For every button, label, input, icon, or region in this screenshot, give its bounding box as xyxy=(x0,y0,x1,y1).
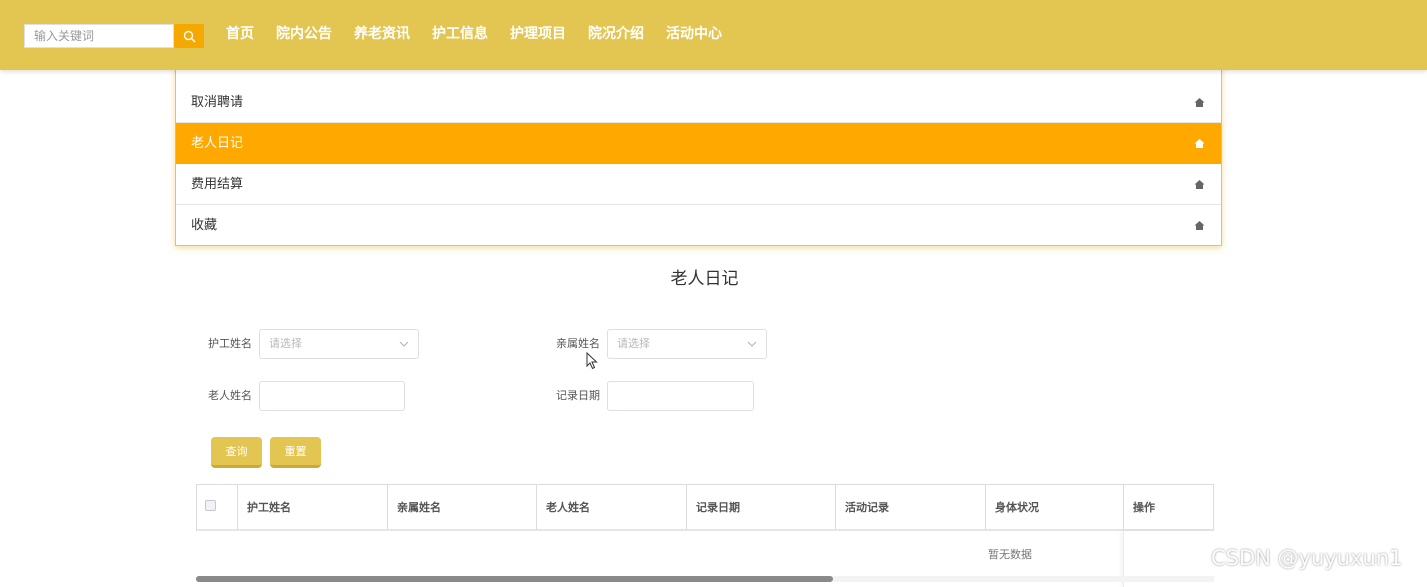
user-center-menu: 取消聘请 老人日记 费用结算 收藏 xyxy=(175,64,1222,246)
relative-name-select[interactable]: 请选择 xyxy=(607,329,767,359)
record-date-input[interactable] xyxy=(607,381,754,411)
home-icon xyxy=(1194,221,1205,230)
column-header: 记录日期 xyxy=(687,485,836,530)
menu-item-label: 取消聘请 xyxy=(191,95,244,110)
column-header: 活动记录 xyxy=(836,485,986,530)
select-all-cell xyxy=(197,485,238,530)
home-icon xyxy=(1194,139,1205,148)
horizontal-scrollbar-thumb[interactable] xyxy=(196,576,833,582)
menu-item-label: 费用结算 xyxy=(191,177,244,192)
menu-item-elder-diary[interactable]: 老人日记 xyxy=(176,123,1221,164)
menu-item-billing[interactable]: 费用结算 xyxy=(176,164,1221,205)
caregiver-name-label: 护工姓名 xyxy=(208,337,252,350)
menu-item-favorites[interactable]: 收藏 xyxy=(176,205,1221,246)
search-input[interactable]: 输入关键词 xyxy=(24,24,174,48)
diary-table: 护工姓名 亲属姓名 老人姓名 记录日期 活动记录 身体状况 操作 xyxy=(196,484,1214,531)
nav-care-projects[interactable]: 护理项目 xyxy=(510,24,566,44)
elder-name-input[interactable] xyxy=(259,381,405,411)
column-header: 护工姓名 xyxy=(238,485,388,530)
nav-home[interactable]: 首页 xyxy=(226,24,254,44)
watermark: CSDN @yuyuxun1 xyxy=(1211,546,1403,570)
menu-item-cancel-hire[interactable]: 取消聘请 xyxy=(176,82,1221,123)
caregiver-name-select[interactable]: 请选择 xyxy=(259,329,419,359)
search-button[interactable]: 查询 xyxy=(211,437,262,468)
reset-button[interactable]: 重置 xyxy=(270,437,321,468)
nav-announcements[interactable]: 院内公告 xyxy=(276,24,332,44)
nav-about[interactable]: 院况介绍 xyxy=(588,24,644,44)
nav-elderly-news[interactable]: 养老资讯 xyxy=(354,24,410,44)
select-placeholder: 请选择 xyxy=(269,337,302,350)
menu-item-label: 收藏 xyxy=(191,218,218,233)
record-date-label: 记录日期 xyxy=(556,389,600,402)
empty-state-text: 暂无数据 xyxy=(988,548,1032,561)
top-header: 输入关键词 首页 院内公告 养老资讯 护工信息 护理项目 院况介绍 活动中心 xyxy=(0,0,1427,70)
page-title: 老人日记 xyxy=(670,269,739,289)
nav-caregivers[interactable]: 护工信息 xyxy=(432,24,488,44)
column-header: 老人姓名 xyxy=(537,485,687,530)
column-header: 亲属姓名 xyxy=(388,485,537,530)
home-icon xyxy=(1194,180,1205,189)
column-header: 身体状况 xyxy=(986,485,1124,530)
search-button[interactable] xyxy=(174,24,204,48)
nav-activities[interactable]: 活动中心 xyxy=(666,24,722,44)
home-icon xyxy=(1194,98,1205,107)
search-icon xyxy=(183,30,195,42)
mouse-cursor-icon xyxy=(586,352,598,370)
menu-item-label: 老人日记 xyxy=(191,136,244,151)
chevron-down-icon xyxy=(399,341,409,347)
chevron-down-icon xyxy=(747,341,757,347)
elder-name-label: 老人姓名 xyxy=(208,389,252,402)
main-nav: 首页 院内公告 养老资讯 护工信息 护理项目 院况介绍 活动中心 xyxy=(226,24,744,44)
column-header: 操作 xyxy=(1133,501,1155,514)
select-placeholder: 请选择 xyxy=(617,337,650,350)
select-all-checkbox[interactable] xyxy=(205,500,216,511)
